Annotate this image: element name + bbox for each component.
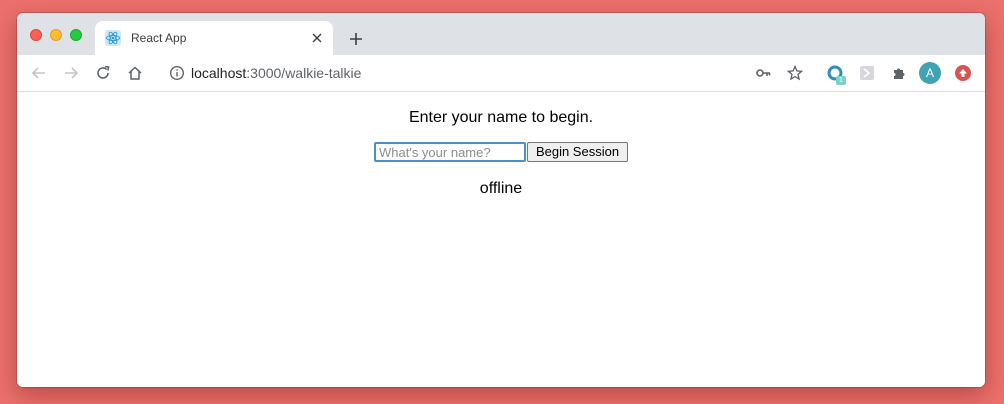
tab-react-app[interactable]: React App xyxy=(95,21,333,55)
puzzle-extensions-icon[interactable] xyxy=(889,63,909,83)
home-icon[interactable] xyxy=(125,63,145,83)
tab-title: React App xyxy=(131,31,187,45)
name-form: Begin Session xyxy=(374,142,634,164)
info-icon[interactable] xyxy=(169,65,185,81)
update-arrow-icon[interactable] xyxy=(955,65,971,81)
new-tab-plus-icon[interactable] xyxy=(347,30,365,48)
bookmark-star-icon[interactable] xyxy=(785,63,805,83)
url-path: :3000/walkie-talkie xyxy=(246,65,362,81)
browser-window: React App localhost:3000/walkie-talkie 1… xyxy=(17,13,985,387)
forward-arrow-icon[interactable] xyxy=(61,63,81,83)
begin-session-button[interactable]: Begin Session xyxy=(527,142,628,162)
back-arrow-icon[interactable] xyxy=(29,63,49,83)
page-heading: Enter your name to begin. xyxy=(408,109,594,126)
maximize-window-button[interactable] xyxy=(70,29,82,41)
close-tab-icon[interactable] xyxy=(309,30,325,46)
url-host: localhost xyxy=(191,65,247,81)
key-icon[interactable] xyxy=(753,63,773,83)
reload-icon[interactable] xyxy=(93,63,113,83)
profile-avatar[interactable]: A xyxy=(919,62,941,84)
tab-strip: React App xyxy=(17,13,985,55)
react-icon xyxy=(105,30,121,46)
address-bar[interactable]: localhost:3000/walkie-talkie xyxy=(165,59,745,87)
browser-toolbar: localhost:3000/walkie-talkie 1 A xyxy=(17,55,985,92)
extension-grey-icon[interactable] xyxy=(857,63,877,83)
url-text[interactable]: localhost:3000/walkie-talkie xyxy=(191,65,361,81)
minimize-window-button[interactable] xyxy=(50,29,62,41)
connection-status: offline xyxy=(479,180,523,197)
close-window-button[interactable] xyxy=(30,29,42,41)
name-input[interactable] xyxy=(374,142,526,162)
page-content: Enter your name to begin. Begin Session … xyxy=(17,92,985,387)
extension-badge: 1 xyxy=(836,76,846,85)
